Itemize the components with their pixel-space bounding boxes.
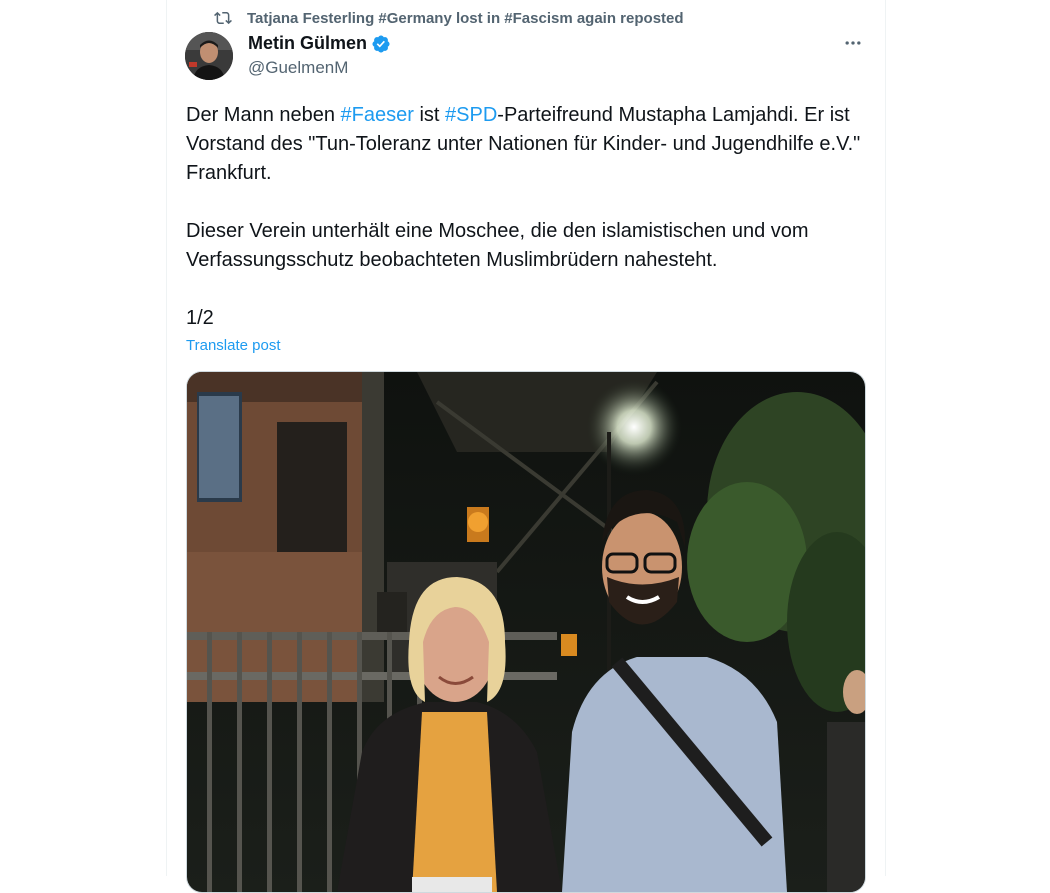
author-name[interactable]: Metin Gülmen	[248, 33, 367, 54]
tweet-text-part: Der Mann neben	[186, 104, 341, 126]
author-name-row[interactable]: Metin Gülmen	[248, 33, 391, 54]
hashtag-faeser-link[interactable]: #Faeser	[341, 104, 414, 126]
repost-text: Tatjana Festerling #Germany lost in #Fas…	[247, 9, 684, 27]
thread-counter: 1/2	[186, 307, 214, 329]
repost-icon	[213, 8, 233, 28]
tweet-text-part: ist	[413, 104, 446, 126]
tweet-text: Der Mann neben #Faeser ist #SPD-Parteifr…	[186, 101, 866, 333]
more-options-button[interactable]	[840, 30, 866, 56]
more-icon	[845, 41, 861, 45]
translate-post-link[interactable]: Translate post	[186, 337, 281, 354]
verified-badge-icon	[372, 34, 390, 53]
avatar[interactable]	[185, 32, 233, 80]
tweet-photo[interactable]	[186, 371, 866, 893]
hashtag-spd-link[interactable]: #SPD	[445, 104, 497, 126]
author-handle[interactable]: @GuelmenM	[248, 58, 348, 78]
tweet-paragraph-1: Der Mann neben #Faeser ist #SPD-Parteifr…	[186, 101, 866, 188]
tweet-paragraph-2: Dieser Verein unterhält eine Moschee, di…	[186, 220, 809, 271]
photo-image	[187, 372, 865, 892]
repost-indicator[interactable]: Tatjana Festerling #Germany lost in #Fas…	[213, 8, 684, 28]
